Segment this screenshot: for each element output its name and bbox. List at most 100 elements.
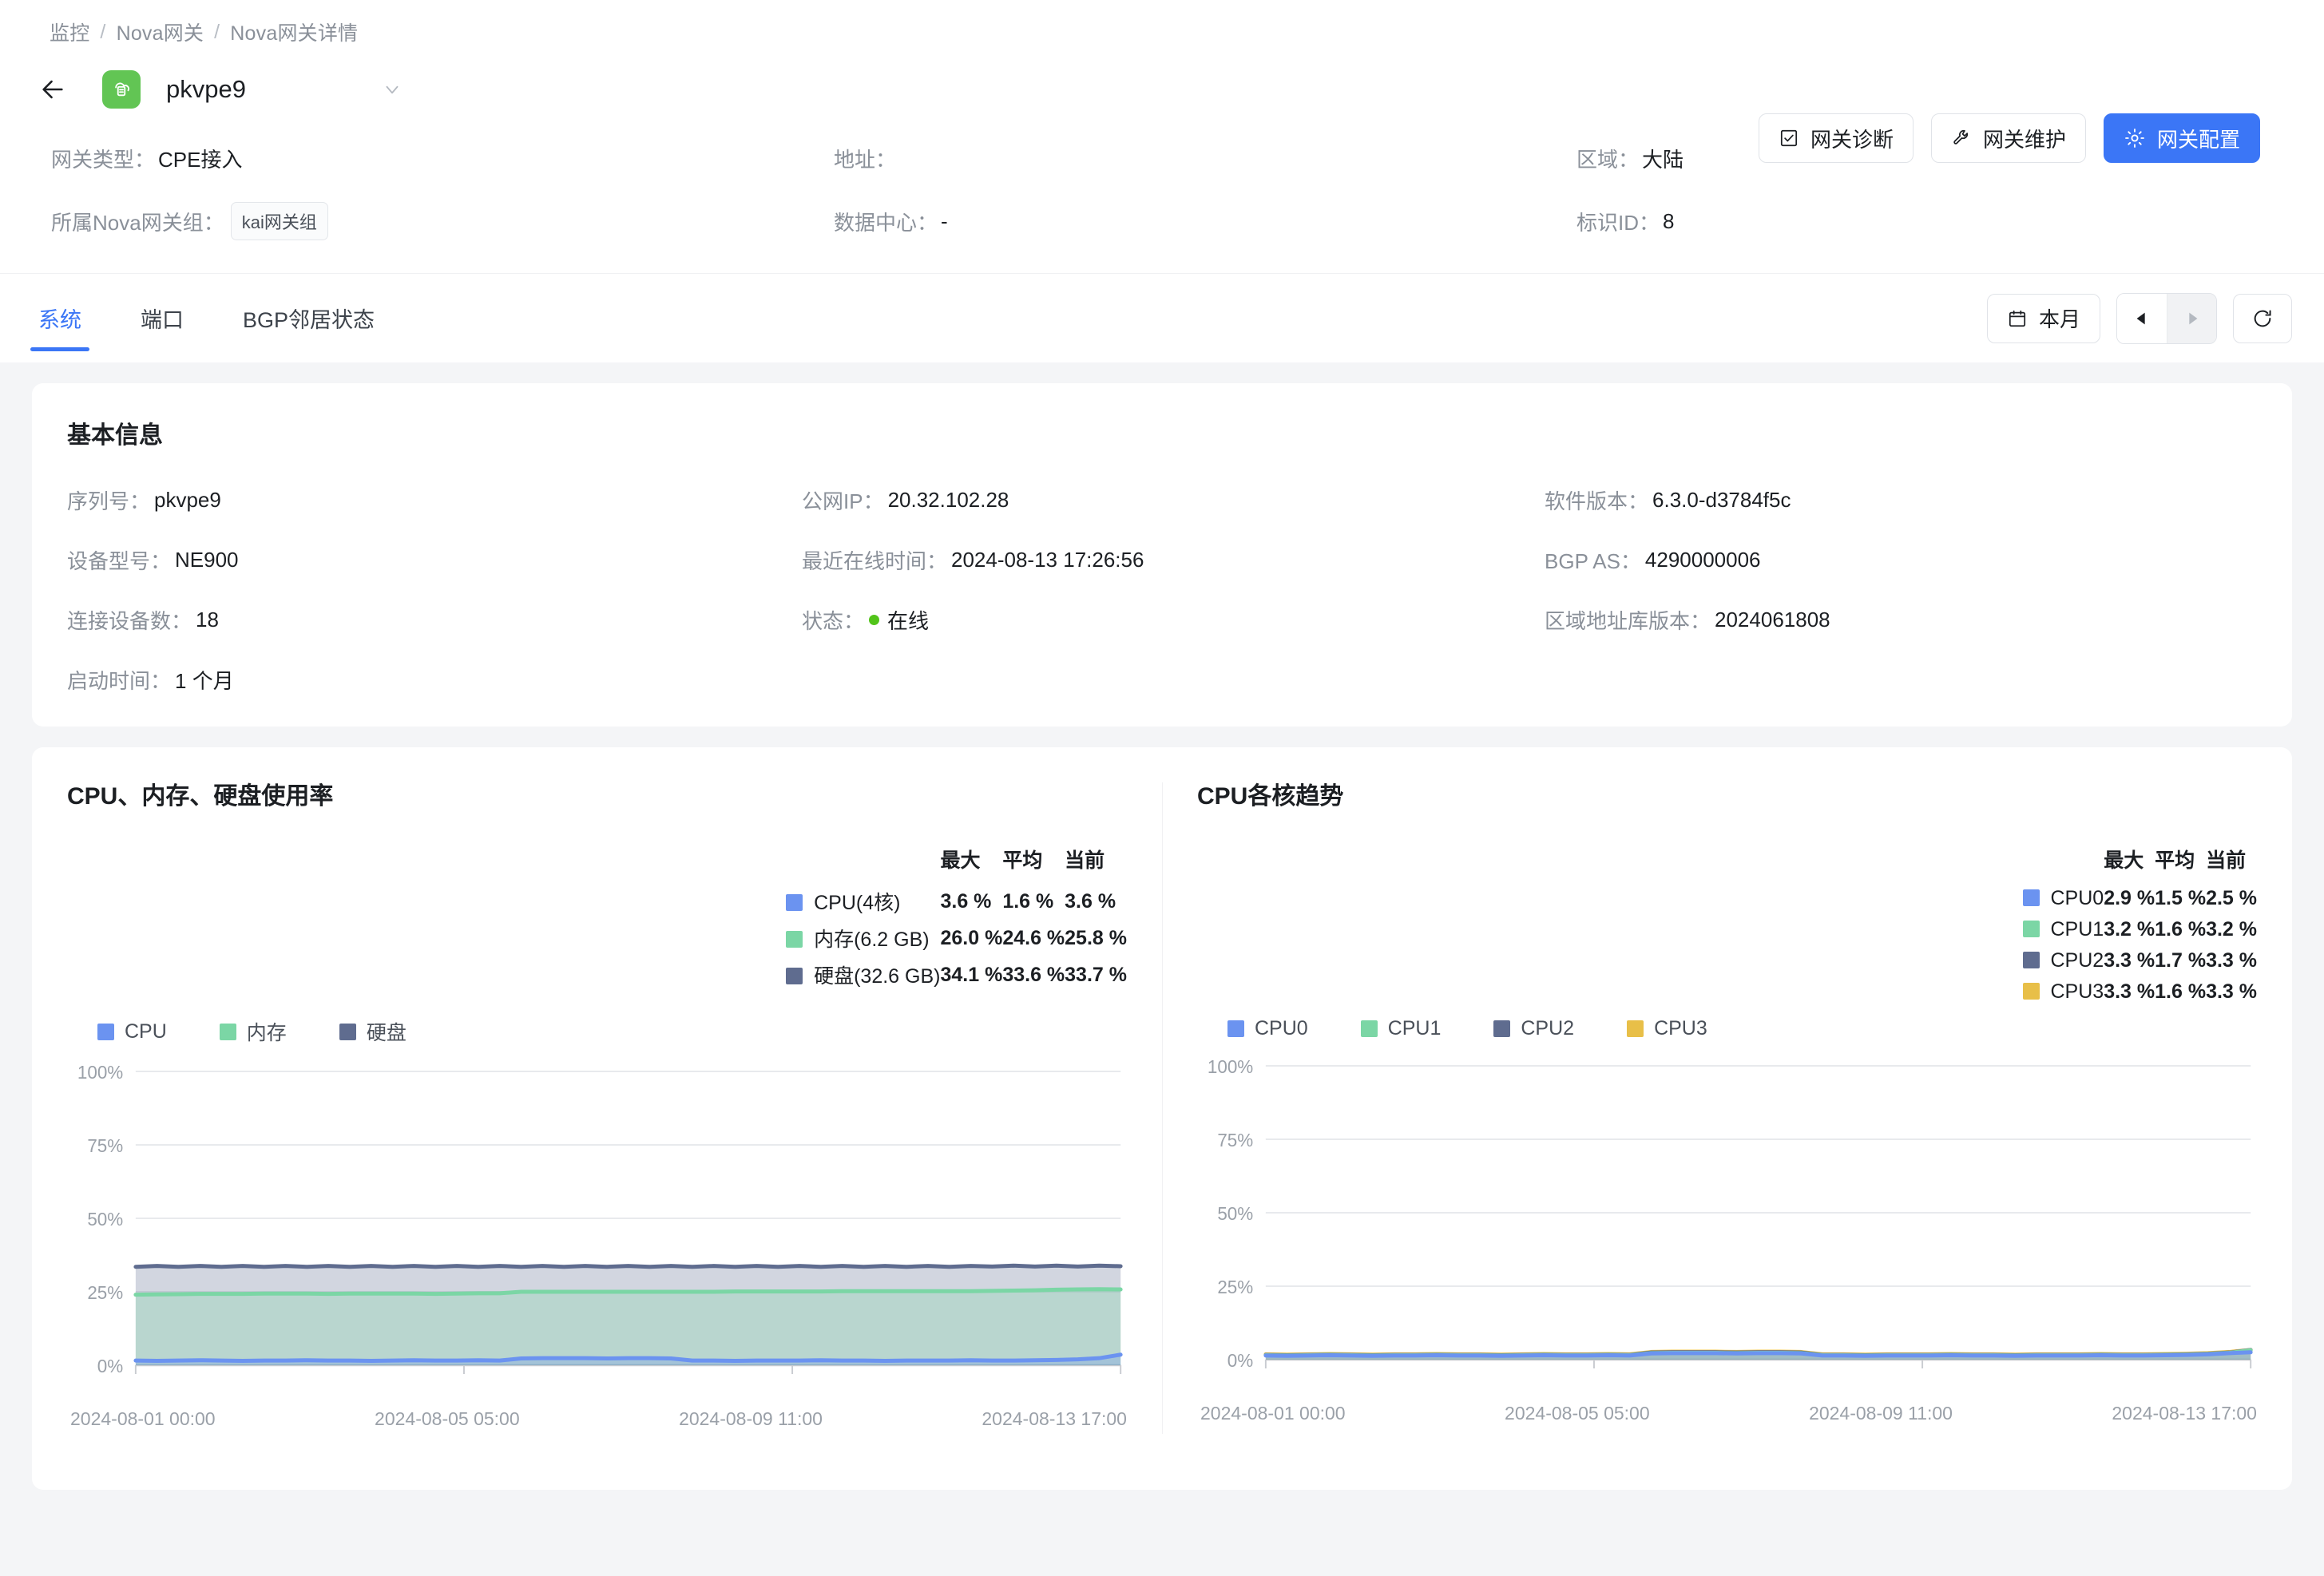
stats-current-header: 当前: [2206, 849, 2247, 872]
stats-row-cpu-max: 3.6 %: [940, 889, 992, 913]
basic-info-grid: 序列号： pkvpe9 公网IP： 20.32.102.28 软件版本： 6.3…: [67, 485, 2257, 695]
chart-cores-pane: CPU各核趋势 最大 平均 当前 CPU0 2.9 % 1.5 % 2.5 % …: [1162, 776, 2292, 1466]
info-uptime-label: 启动时间：: [67, 669, 172, 693]
refresh-button[interactable]: [2233, 293, 2292, 343]
info-device-model-value: NE900: [175, 548, 239, 572]
chart-usage-plot[interactable]: 100% 75% 50% 25% 0%: [67, 1063, 1127, 1399]
legend-swatch-cpu1-icon: [1360, 1020, 1378, 1037]
legend-label-cpu0: CPU0: [1255, 1017, 1308, 1039]
chart-cores-stats-wrap: 最大 平均 当前 CPU0 2.9 % 1.5 % 2.5 % CPU1 3.2…: [1197, 845, 2257, 1004]
legend-swatch-cpu1-icon: [2022, 921, 2040, 937]
stats-row-cpu: CPU(4核): [786, 883, 940, 920]
chart-usage-xaxis: 2024-08-01 00:00 2024-08-05 05:00 2024-0…: [67, 1408, 1127, 1430]
meta-region-value: 大陆: [1642, 148, 1684, 172]
legend-item-disk[interactable]: 硬盘: [339, 1017, 407, 1046]
gateway-group-tag[interactable]: kai网关组: [230, 202, 328, 240]
meta-identifier-id: 标识ID： 8: [1576, 202, 2292, 240]
stats-row-cpu2-current: 3.3 %: [2206, 949, 2257, 972]
gateway-switch-dropdown[interactable]: [382, 79, 403, 100]
tab-bgp-neighbor-status[interactable]: BGP邻居状态: [232, 274, 386, 362]
legend-item-cpu0[interactable]: CPU0: [1227, 1017, 1308, 1040]
stats-row-cpu-name: CPU(4核): [814, 892, 901, 914]
page-header: 监控 / Nova网关 / Nova网关详情 pkvpe9 网关诊断 网关维护 …: [0, 0, 2324, 273]
stats-max-header: 最大: [940, 849, 981, 872]
legend-label-cpu: CPU: [125, 1020, 167, 1043]
status-badge: 在线: [887, 609, 930, 633]
legend-item-cpu3[interactable]: CPU3: [1627, 1017, 1707, 1040]
time-range-button[interactable]: 本月: [1986, 293, 2100, 343]
stats-row-cpu-avg: 1.6 %: [1002, 889, 1054, 913]
checkbox-icon: [1780, 129, 1798, 147]
legend-swatch-cpu2-icon: [2022, 952, 2040, 968]
stats-row-cpu3: CPU3: [2022, 976, 2104, 1004]
legend-swatch-disk-icon: [786, 968, 803, 984]
info-region-db-version: 区域地址库版本： 2024061808: [1545, 605, 2257, 635]
info-software-version: 软件版本： 6.3.0-d3784f5c: [1545, 485, 2257, 515]
info-region-db-version-value: 2024061808: [1715, 608, 1830, 632]
gateway-diagnosis-button[interactable]: 网关诊断: [1758, 113, 1914, 163]
chart-cores-plot[interactable]: 100% 75% 50% 25% 0%: [1197, 1058, 2257, 1393]
info-uptime-value: 1 个月: [175, 669, 234, 693]
tab-system[interactable]: 系统: [27, 274, 93, 362]
stats-row-cpu0-current: 2.5 %: [2206, 887, 2257, 909]
stats-series-header: [786, 845, 940, 883]
meta-gateway-type-label: 网关类型：: [51, 148, 156, 172]
stats-row-disk: 硬盘(32.6 GB): [786, 956, 940, 993]
legend-item-cpu2[interactable]: CPU2: [1493, 1017, 1574, 1040]
stats-row-memory-name: 内存(6.2 GB): [814, 929, 930, 951]
gateway-config-button[interactable]: 网关配置: [2103, 113, 2260, 163]
stats-row-cpu0-max: 2.9 %: [2104, 887, 2155, 909]
svg-text:0%: 0%: [1227, 1350, 1253, 1371]
info-public-ip-label: 公网IP：: [802, 489, 884, 513]
stats-row-cpu2: CPU2: [2022, 945, 2104, 976]
legend-label-memory: 内存: [246, 1022, 287, 1044]
back-button[interactable]: [32, 69, 73, 110]
status-dot-icon: [869, 615, 880, 625]
tab-list: 系统 端口 BGP邻居状态: [19, 274, 422, 362]
stats-avg-header: 平均: [2155, 849, 2195, 872]
stats-row-cpu3-avg: 1.6 %: [2155, 980, 2207, 1003]
info-bgp-as: BGP AS： 4290000006: [1545, 545, 2257, 575]
breadcrumb-item-0[interactable]: 监控: [50, 18, 89, 46]
chart-usage-stats-body: CPU(4核) 3.6 % 1.6 % 3.6 % 内存(6.2 GB) 26.…: [786, 883, 1127, 993]
cloud-gateway-icon: [115, 82, 129, 97]
stats-current-header: 当前: [1065, 849, 1105, 872]
gateway-maintenance-button[interactable]: 网关维护: [1930, 113, 2086, 163]
legend-item-cpu[interactable]: CPU: [97, 1020, 167, 1043]
chart-usage-stats-table: 最大 平均 当前 CPU(4核) 3.6 % 1.6 % 3.6 % 内存(6.…: [786, 845, 1127, 993]
breadcrumb-item-2: Nova网关详情: [230, 22, 359, 45]
meta-gateway-type: 网关类型： CPE接入: [51, 144, 834, 173]
breadcrumb: 监控 / Nova网关 / Nova网关详情: [32, 18, 2292, 46]
header-actions: 网关诊断 网关维护 网关配置: [1758, 113, 2260, 163]
xtick-1: 2024-08-05 05:00: [375, 1408, 520, 1429]
stats-row-cpu2-max: 3.3 %: [2104, 949, 2155, 972]
chart-usage-svg: 100% 75% 50% 25% 0%: [77, 1063, 1123, 1376]
meta-gateway-group-label: 所属Nova网关组：: [51, 210, 224, 235]
xtick-2: 2024-08-09 11:00: [1809, 1403, 1953, 1424]
stats-row-cpu1-current: 3.2 %: [2206, 918, 2257, 940]
table-row: CPU3 3.3 % 1.6 % 3.3 %: [2022, 976, 2257, 1004]
stats-row-disk-max: 34.1 %: [940, 963, 1003, 986]
stats-row-disk-avg: 33.6 %: [1002, 963, 1065, 986]
stats-row-cpu3-max: 3.3 %: [2104, 980, 2155, 1003]
legend-item-cpu1[interactable]: CPU1: [1360, 1017, 1442, 1040]
legend-label-cpu1: CPU1: [1387, 1017, 1442, 1039]
stats-row-disk-name: 硬盘(32.6 GB): [814, 965, 941, 988]
breadcrumb-item-1[interactable]: Nova网关: [117, 18, 204, 46]
legend-label-cpu2: CPU2: [1521, 1017, 1575, 1039]
next-period-button[interactable]: [2167, 293, 2216, 343]
time-range-toolbar: 本月: [1986, 292, 2292, 344]
table-row: CPU(4核) 3.6 % 1.6 % 3.6 %: [786, 883, 1127, 920]
stats-row-cpu3-current: 3.3 %: [2206, 980, 2257, 1003]
legend-swatch-cpu-icon: [97, 1023, 114, 1040]
triangle-right-icon: [2188, 312, 2197, 324]
meta-datacenter: 数据中心： -: [834, 202, 1576, 240]
stats-row-cpu1-avg: 1.6 %: [2155, 918, 2207, 940]
tab-port[interactable]: 端口: [129, 274, 195, 362]
chart-cores-title: CPU各核趋势: [1197, 783, 1344, 810]
prev-period-button[interactable]: [2117, 293, 2167, 343]
gateway-icon: [102, 70, 141, 109]
legend-item-memory[interactable]: 内存: [219, 1017, 287, 1046]
gateway-diagnosis-label: 网关诊断: [1810, 127, 1894, 152]
legend-swatch-cpu0-icon: [1227, 1020, 1244, 1037]
